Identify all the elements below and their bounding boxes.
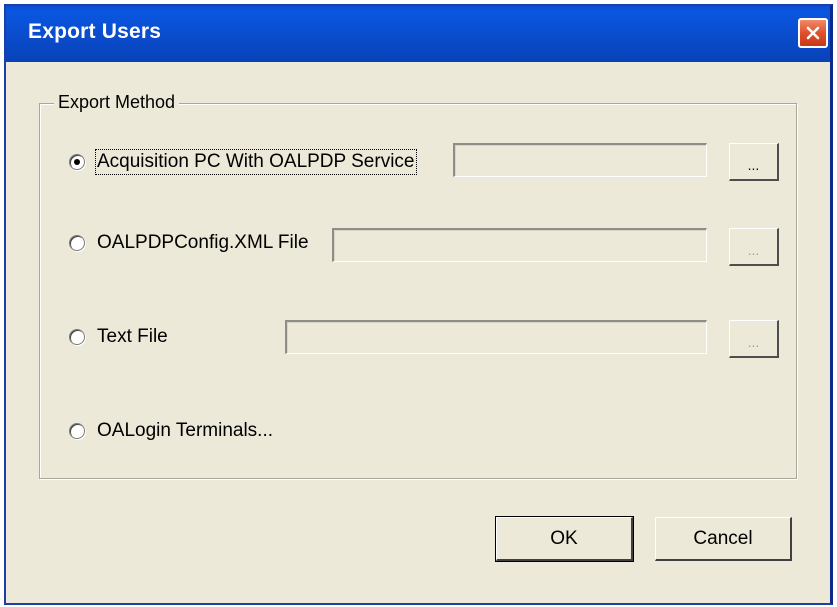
radio-xml-file[interactable] bbox=[69, 235, 85, 251]
close-button[interactable] bbox=[798, 18, 828, 48]
radio-text-file[interactable] bbox=[69, 329, 85, 345]
text-file-path-field[interactable] bbox=[285, 320, 707, 354]
acquisition-pc-path-field[interactable] bbox=[453, 143, 707, 177]
option-acquisition-pc[interactable]: Acquisition PC With OALPDP Service bbox=[69, 149, 417, 175]
cancel-button[interactable]: Cancel bbox=[655, 517, 792, 561]
close-icon bbox=[806, 26, 820, 40]
option-label-acquisition-pc[interactable]: Acquisition PC With OALPDP Service bbox=[95, 149, 417, 175]
option-xml-file[interactable]: OALPDPConfig.XML File bbox=[69, 232, 309, 254]
browse-xml-file-button[interactable]: ... bbox=[729, 228, 779, 266]
option-oalogin-terminals[interactable]: OALogin Terminals... bbox=[69, 420, 273, 442]
option-label-oalogin-terminals[interactable]: OALogin Terminals... bbox=[97, 420, 273, 442]
window-title: Export Users bbox=[28, 20, 162, 43]
title-bar[interactable]: Export Users bbox=[6, 6, 830, 62]
option-label-xml-file[interactable]: OALPDPConfig.XML File bbox=[97, 232, 309, 254]
xml-file-path-field[interactable] bbox=[332, 228, 707, 262]
export-users-dialog: Export Users Export Method Acquisition P… bbox=[4, 4, 833, 605]
radio-oalogin-terminals[interactable] bbox=[69, 423, 85, 439]
radio-acquisition-pc[interactable] bbox=[69, 154, 85, 170]
option-text-file[interactable]: Text File bbox=[69, 326, 168, 348]
export-method-legend: Export Method bbox=[54, 92, 180, 113]
option-label-text-file[interactable]: Text File bbox=[97, 326, 168, 348]
browse-text-file-button[interactable]: ... bbox=[729, 320, 779, 358]
ok-button[interactable]: OK bbox=[495, 516, 634, 562]
browse-acquisition-pc-button[interactable]: ... bbox=[729, 143, 779, 181]
